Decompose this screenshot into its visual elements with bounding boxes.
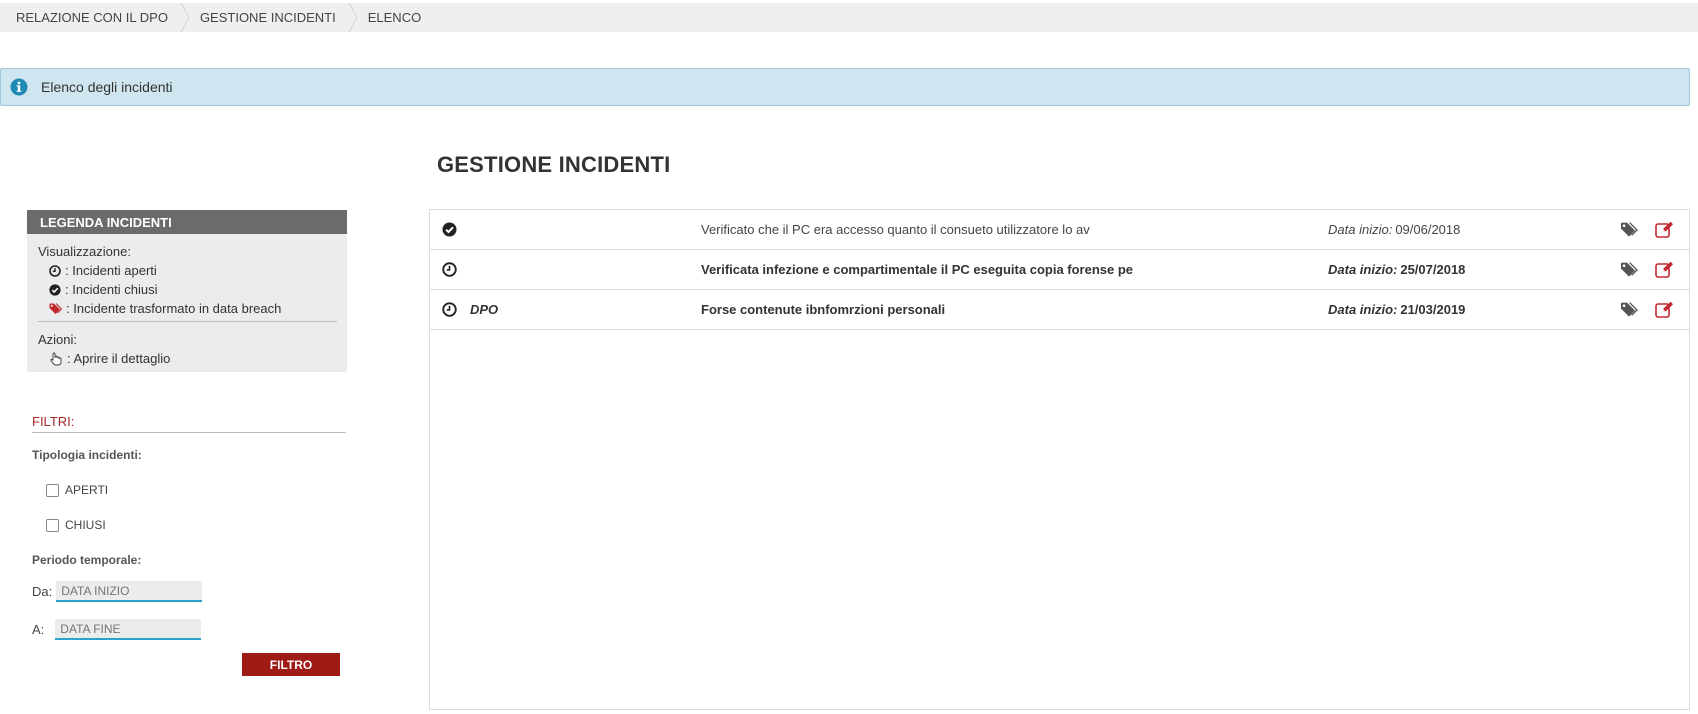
owner-cell: DPO xyxy=(470,302,499,317)
breadcrumb-label: GESTIONE INCIDENTI xyxy=(199,10,336,25)
legend-action-label: : Aprire il dettaglio xyxy=(67,351,171,366)
date-from-row: Da: xyxy=(32,581,203,602)
periodo-label: Periodo temporale: xyxy=(32,553,142,567)
date-to-row: A: xyxy=(32,619,202,640)
description-cell: Forse contenute ibnfomrzioni personali xyxy=(701,302,946,317)
edit-cell[interactable] xyxy=(1655,250,1674,289)
legend-item-label: : Incidenti aperti xyxy=(65,263,157,278)
edit-icon[interactable] xyxy=(1655,301,1674,318)
clock-icon xyxy=(442,302,457,317)
breadcrumb-item-elenco[interactable]: ELENCO xyxy=(352,3,437,32)
legend-panel: LEGENDA INCIDENTI Visualizzazione: : Inc… xyxy=(27,210,347,372)
hand-pointer-icon xyxy=(50,352,62,365)
table-row[interactable]: DPO Forse contenute ibnfomrzioni persona… xyxy=(430,290,1689,330)
edit-icon[interactable] xyxy=(1655,221,1674,238)
legend-divider xyxy=(38,321,337,322)
breadcrumb-item-gestione-incidenti[interactable]: GESTIONE INCIDENTI xyxy=(184,3,352,32)
breadcrumb-label: RELAZIONE CON IL DPO xyxy=(16,10,168,25)
date-from-label: Da: xyxy=(32,584,53,599)
tag-icon[interactable] xyxy=(1620,301,1638,318)
breadcrumb: RELAZIONE CON IL DPO GESTIONE INCIDENTI … xyxy=(0,2,1698,32)
info-text: Elenco degli incidenti xyxy=(41,79,173,95)
date-cell: Data inizio: 09/06/2018 xyxy=(1328,210,1460,249)
tag-cell[interactable] xyxy=(1620,210,1638,249)
checkbox-box[interactable] xyxy=(46,518,59,532)
check-circle-icon xyxy=(442,222,457,237)
date-value: 25/07/2018 xyxy=(1400,262,1466,277)
checkbox-box[interactable] xyxy=(46,483,59,497)
filter-button[interactable]: FILTRO xyxy=(242,653,340,676)
legend-header: LEGENDA INCIDENTI xyxy=(27,210,347,234)
date-value: 09/06/2018 xyxy=(1395,222,1461,237)
date-from-input[interactable] xyxy=(56,581,203,602)
date-cell: Data inizio: 21/03/2019 xyxy=(1328,290,1465,329)
filters-title: FILTRI: xyxy=(32,414,346,433)
legend-visualizzazione-label: Visualizzazione: xyxy=(38,244,131,259)
date-label: Data inizio: xyxy=(1328,302,1398,317)
check-circle-icon xyxy=(49,283,61,296)
info-alert: Elenco degli incidenti xyxy=(0,68,1690,106)
checkbox-chiusi[interactable]: CHIUSI xyxy=(46,518,106,532)
clock-icon xyxy=(49,264,61,277)
status-cell xyxy=(442,210,457,249)
legend-item-label: : Incidenti chiusi xyxy=(65,282,158,297)
date-value: 21/03/2019 xyxy=(1400,302,1466,317)
checkbox-label: APERTI xyxy=(65,483,109,497)
legend-azioni-label: Azioni: xyxy=(38,332,78,347)
date-to-input[interactable] xyxy=(55,619,202,640)
incidents-table: Verificato che il PC era accesso quanto … xyxy=(429,209,1690,710)
legend-item-closed: : Incidenti chiusi xyxy=(38,280,337,299)
date-to-label: A: xyxy=(32,622,45,637)
breadcrumb-label: ELENCO xyxy=(367,10,422,25)
tag-icon[interactable] xyxy=(1620,221,1638,238)
date-cell: Data inizio: 25/07/2018 xyxy=(1328,250,1465,289)
legend-action-open-detail: : Aprire il dettaglio xyxy=(38,349,337,368)
tag-icon xyxy=(49,302,62,314)
tipologia-label: Tipologia incidenti: xyxy=(32,448,142,462)
edit-cell[interactable] xyxy=(1655,290,1674,329)
status-cell xyxy=(442,290,457,329)
legend-item-label: : Incidente trasformato in data breach xyxy=(66,301,282,316)
edit-icon[interactable] xyxy=(1655,261,1674,278)
breadcrumb-item-relazione-dpo[interactable]: RELAZIONE CON IL DPO xyxy=(0,3,184,32)
legend-item-open: : Incidenti aperti xyxy=(38,261,337,280)
tag-cell[interactable] xyxy=(1620,250,1638,289)
tag-icon[interactable] xyxy=(1620,261,1638,278)
clock-icon xyxy=(442,262,457,277)
description-cell: Verificata infezione e compartimentale i… xyxy=(701,262,1134,277)
date-label: Data inizio: xyxy=(1328,262,1398,277)
checkbox-label: CHIUSI xyxy=(65,518,106,532)
description-cell: Verificato che il PC era accesso quanto … xyxy=(701,222,1090,237)
edit-cell[interactable] xyxy=(1655,210,1674,249)
table-row[interactable]: Verificato che il PC era accesso quanto … xyxy=(430,210,1689,250)
date-label: Data inizio: xyxy=(1328,222,1393,237)
status-cell xyxy=(442,250,457,289)
table-row[interactable]: Verificata infezione e compartimentale i… xyxy=(430,250,1689,290)
legend-item-data-breach: : Incidente trasformato in data breach xyxy=(38,299,337,318)
checkbox-aperti[interactable]: APERTI xyxy=(46,483,108,497)
page-title: GESTIONE INCIDENTI xyxy=(437,152,671,177)
tag-cell[interactable] xyxy=(1620,290,1638,329)
info-icon xyxy=(10,78,28,96)
